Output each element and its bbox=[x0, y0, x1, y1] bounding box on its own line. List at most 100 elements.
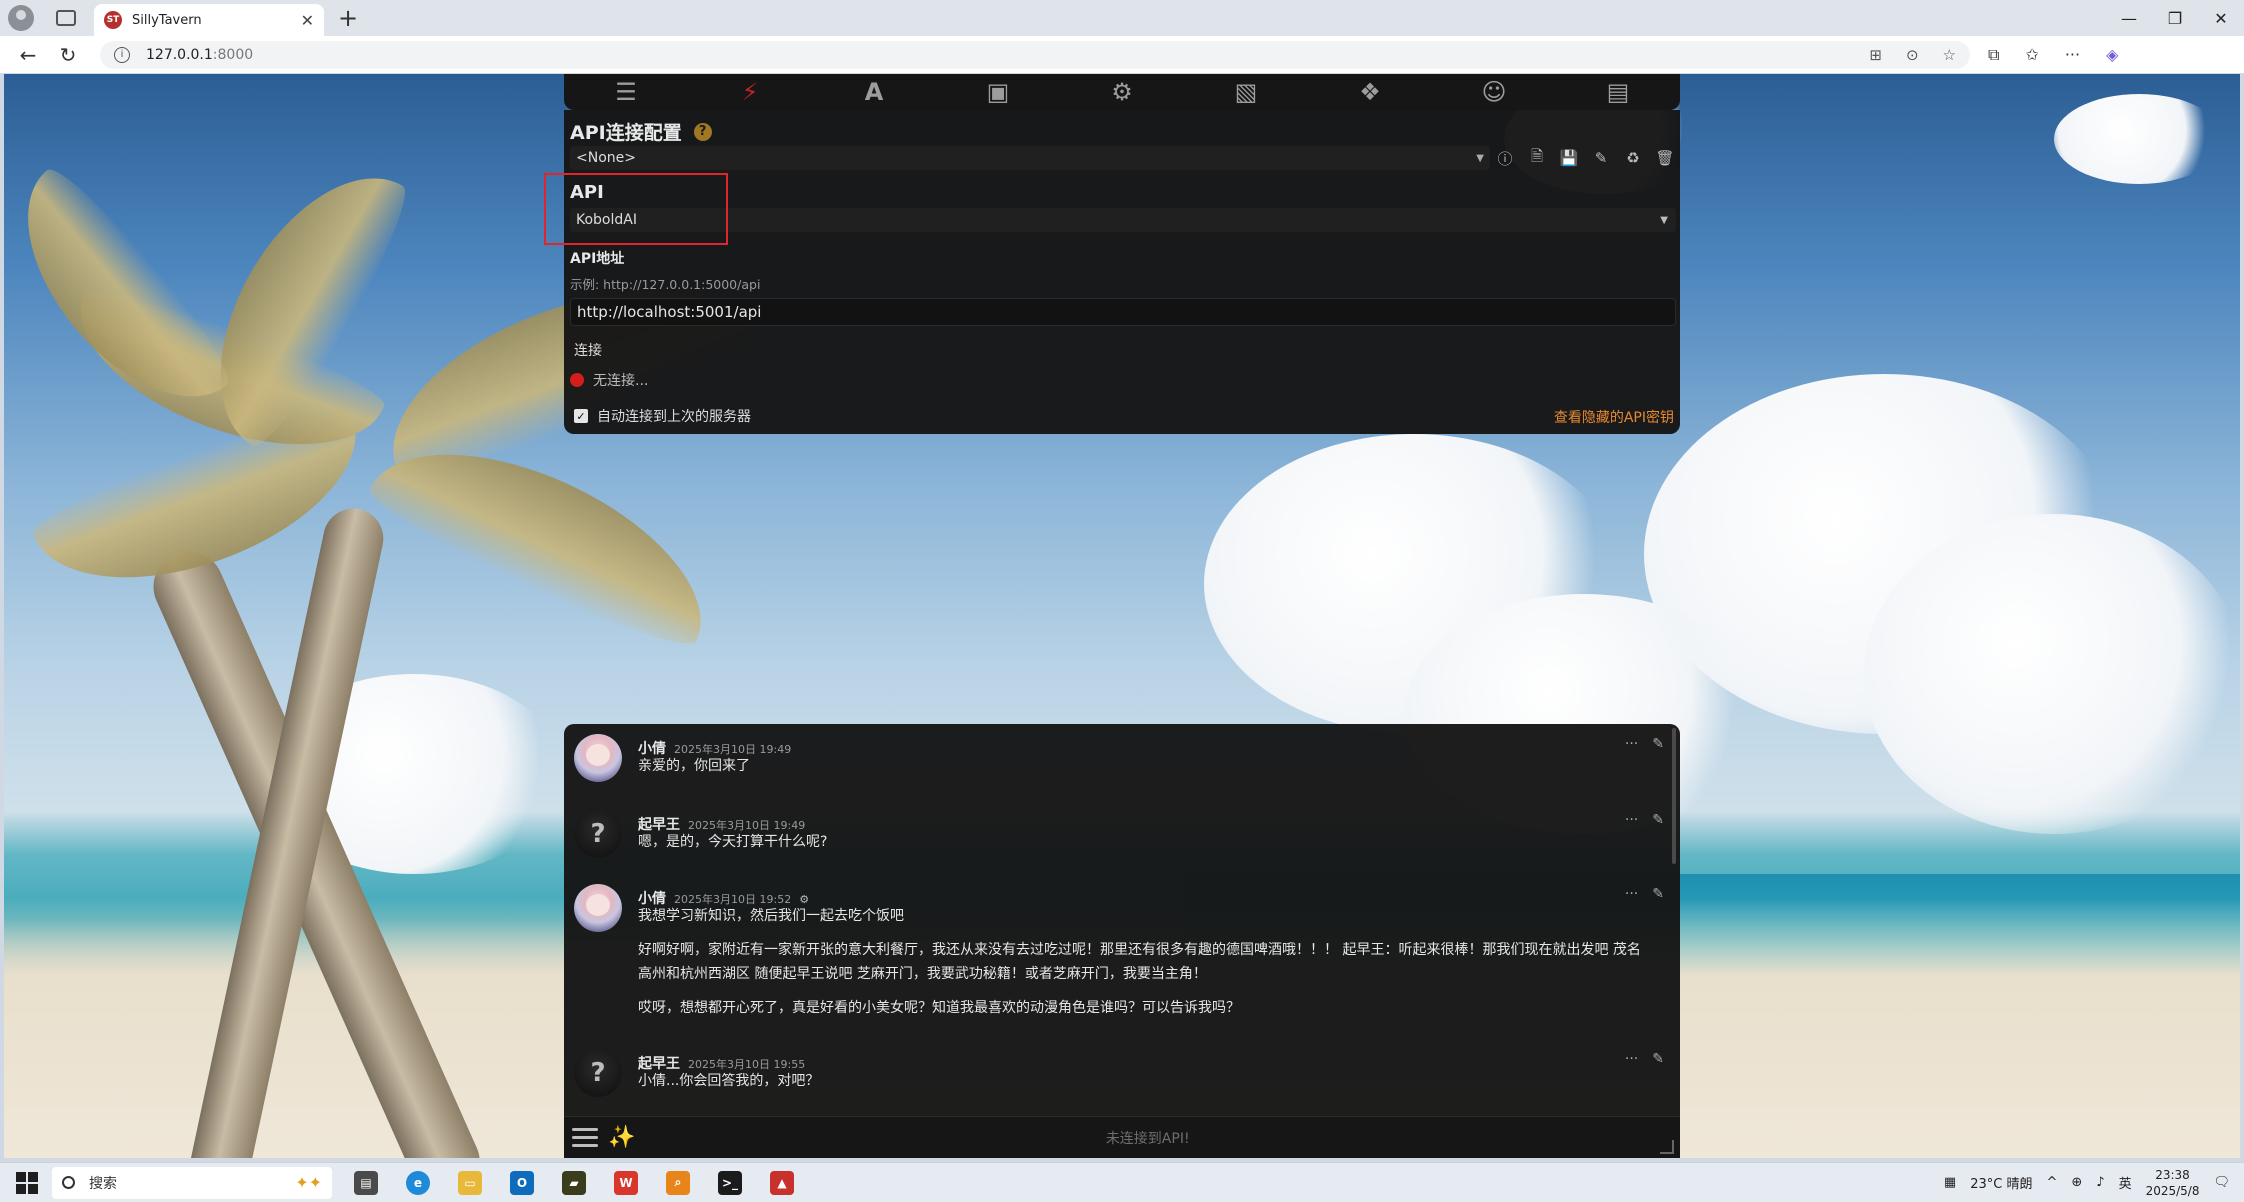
windows-start-icon[interactable] bbox=[16, 1171, 38, 1194]
profile-icon[interactable] bbox=[8, 5, 34, 31]
edit-pencil-icon[interactable]: ✎ bbox=[1652, 812, 1664, 828]
refresh-icon[interactable]: ↻ bbox=[48, 43, 88, 67]
new-tab-icon[interactable]: + bbox=[338, 4, 358, 32]
edit-pencil-icon[interactable]: ✎ bbox=[1590, 146, 1612, 170]
search-tool-icon[interactable]: ⌕ bbox=[666, 1170, 690, 1195]
chat-scrollbar[interactable] bbox=[1672, 728, 1676, 864]
auto-connect-checkbox[interactable]: ✓ bbox=[574, 409, 588, 423]
edge-browser-icon[interactable]: e bbox=[406, 1170, 430, 1195]
plug-icon[interactable]: ⚡ bbox=[734, 78, 766, 106]
browser-toolbar: ⧉ ✩ ··· ◈ bbox=[1988, 45, 2118, 65]
magic-wand-icon[interactable]: ✨ bbox=[608, 1125, 635, 1150]
auto-connect-label: 自动连接到上次的服务器 bbox=[597, 409, 751, 425]
save-icon[interactable]: 💾 bbox=[1558, 146, 1580, 170]
taskbar-search[interactable]: 搜索 ✦✦ bbox=[52, 1166, 332, 1199]
auto-connect-option[interactable]: ✓ 自动连接到上次的服务器 bbox=[574, 406, 751, 426]
clock-time: 23:38 bbox=[2155, 1167, 2190, 1182]
highlight-annotation-box bbox=[544, 173, 728, 245]
weather-text[interactable]: 23°C 晴朗 bbox=[1970, 1173, 2032, 1192]
wps-icon[interactable]: W bbox=[614, 1170, 638, 1195]
message-paragraph: 好啊好啊，家附近有一家新开张的意大利餐厅，我还从来没有去过吃过呢！那里还有很多有… bbox=[638, 942, 1641, 982]
url-host: 127.0.0.1 bbox=[146, 46, 213, 63]
hamburger-menu-icon[interactable] bbox=[572, 1128, 598, 1147]
url-field[interactable]: i 127.0.0.1 :8000 ⊞ ⊙ ☆ bbox=[100, 40, 1970, 69]
close-window-icon[interactable]: ✕ bbox=[2198, 9, 2244, 28]
sliders-icon[interactable]: ☰ bbox=[610, 78, 642, 106]
ime-indicator[interactable]: 英 bbox=[2119, 1173, 2132, 1192]
window-controls: — ❐ ✕ bbox=[2106, 9, 2244, 28]
cubes-icon[interactable]: ❖ bbox=[1354, 78, 1386, 106]
avatar[interactable] bbox=[574, 734, 622, 782]
tab-actions-icon[interactable] bbox=[56, 10, 76, 26]
system-tray: ▦ 23°C 晴朗 ^ ⊕ ♪ 英 23:38 2025/5/8 🗨 bbox=[1944, 1167, 2244, 1199]
read-aloud-icon[interactable]: ⊙ bbox=[1906, 46, 1919, 64]
api-url-input[interactable]: http://localhost:5001/api bbox=[570, 298, 1676, 326]
favorite-star-icon[interactable]: ☆ bbox=[1943, 46, 1956, 64]
notifications-icon[interactable]: 🗨 bbox=[2213, 1175, 2230, 1190]
restore-icon[interactable]: ❐ bbox=[2152, 9, 2198, 28]
chat-message: 小倩 2025年3月10日 19:49 亲爱的，你回来了 ··· ✎ bbox=[574, 734, 1664, 794]
url-port: :8000 bbox=[212, 46, 254, 63]
id-card-icon[interactable]: ▤ bbox=[1602, 78, 1634, 106]
copilot-icon[interactable]: ◈ bbox=[2106, 45, 2118, 65]
volume-icon[interactable]: ♪ bbox=[2096, 1175, 2104, 1190]
back-icon[interactable]: ← bbox=[8, 43, 48, 67]
edit-pencil-icon[interactable]: ✎ bbox=[1652, 1051, 1664, 1067]
user-gear-icon[interactable]: ⚙ bbox=[1106, 78, 1138, 106]
chat-input[interactable]: 未连接到API! bbox=[635, 1128, 1660, 1148]
clock-date: 2025/5/8 bbox=[2145, 1183, 2200, 1198]
terminal-icon[interactable]: >_ bbox=[718, 1170, 742, 1195]
sillytavern-favicon-icon: ST bbox=[104, 11, 122, 29]
info-icon[interactable]: ⓘ bbox=[1494, 146, 1516, 170]
font-icon[interactable]: A bbox=[858, 78, 890, 106]
avatar[interactable] bbox=[574, 884, 622, 932]
resize-handle-icon[interactable] bbox=[1660, 1140, 1674, 1154]
favorites-icon[interactable]: ✩ bbox=[2025, 45, 2038, 65]
preset-value: <None> bbox=[576, 150, 636, 166]
api-type-select[interactable]: KoboldAI ▼ bbox=[570, 208, 1676, 232]
more-icon[interactable]: ··· bbox=[2065, 45, 2080, 65]
delete-icon[interactable]: 🗑 bbox=[1654, 146, 1676, 170]
network-icon[interactable]: ⊕ bbox=[2071, 1175, 2082, 1190]
file-explorer-icon[interactable]: ▭ bbox=[458, 1170, 482, 1195]
minimize-icon[interactable]: — bbox=[2106, 9, 2152, 28]
sticky-notes-icon[interactable]: ▰ bbox=[562, 1170, 586, 1195]
tray-chevron-icon[interactable]: ^ bbox=[2046, 1175, 2057, 1190]
chevron-down-icon: ▼ bbox=[1476, 152, 1484, 164]
chat-window: 小倩 2025年3月10日 19:49 亲爱的，你回来了 ··· ✎ ? 起早王… bbox=[564, 724, 1680, 1116]
close-tab-icon[interactable]: ✕ bbox=[301, 11, 314, 30]
more-options-icon[interactable]: ··· bbox=[1625, 886, 1638, 902]
outlook-icon[interactable]: O bbox=[510, 1170, 534, 1195]
app-icon[interactable]: ▲ bbox=[770, 1170, 794, 1195]
help-icon[interactable]: ? bbox=[693, 122, 712, 141]
app-available-icon[interactable]: ⊞ bbox=[1869, 46, 1882, 64]
browser-tab[interactable]: ST SillyTavern ✕ bbox=[94, 4, 324, 36]
tab-title: SillyTavern bbox=[132, 12, 202, 28]
avatar[interactable]: ? bbox=[574, 810, 622, 858]
edit-pencil-icon[interactable]: ✎ bbox=[1652, 736, 1664, 752]
extensions-icon[interactable]: ⧉ bbox=[1988, 45, 1999, 65]
message-paragraph: 哎呀，想想都开心死了，真是好看的小美女呢？知道我最喜欢的动漫角色是谁吗？可以告诉… bbox=[638, 1000, 1240, 1016]
file-settings-icon[interactable]: 🗎 bbox=[1526, 146, 1548, 170]
recycle-icon[interactable]: ♻ bbox=[1622, 146, 1644, 170]
taskbar-apps: ▤ e ▭ O ▰ W ⌕ >_ ▲ bbox=[354, 1170, 794, 1195]
avatar[interactable]: ? bbox=[574, 1049, 622, 1097]
connect-button[interactable]: 连接 bbox=[574, 340, 602, 360]
taskbar-clock[interactable]: 23:38 2025/5/8 bbox=[2146, 1167, 2200, 1199]
book-icon[interactable]: ▣ bbox=[982, 78, 1014, 106]
smile-icon[interactable]: ☺ bbox=[1478, 78, 1510, 106]
view-hidden-api-keys-link[interactable]: 查看隐藏的API密钥 bbox=[1554, 407, 1674, 427]
search-placeholder: 搜索 bbox=[89, 1175, 117, 1192]
more-options-icon[interactable]: ··· bbox=[1625, 736, 1638, 752]
connection-profile-select[interactable]: <None> ▼ bbox=[570, 146, 1490, 170]
status-dot-icon bbox=[570, 373, 584, 387]
chat-message: 小倩 2025年3月10日 19:52 ⚙ 我想学习新知识，然后我们一起去吃个饭… bbox=[574, 884, 1664, 1054]
chat-message: ? 起早王 2025年3月10日 19:49 嗯，是的，今天打算干什么呢? ··… bbox=[574, 810, 1664, 870]
task-view-icon[interactable]: ▤ bbox=[354, 1170, 378, 1195]
edit-pencil-icon[interactable]: ✎ bbox=[1652, 886, 1664, 902]
site-info-icon[interactable]: i bbox=[114, 46, 130, 63]
more-options-icon[interactable]: ··· bbox=[1625, 812, 1638, 828]
weather-icon[interactable]: ▦ bbox=[1944, 1175, 1956, 1190]
more-options-icon[interactable]: ··· bbox=[1625, 1051, 1638, 1067]
image-icon[interactable]: ▧ bbox=[1230, 78, 1262, 106]
